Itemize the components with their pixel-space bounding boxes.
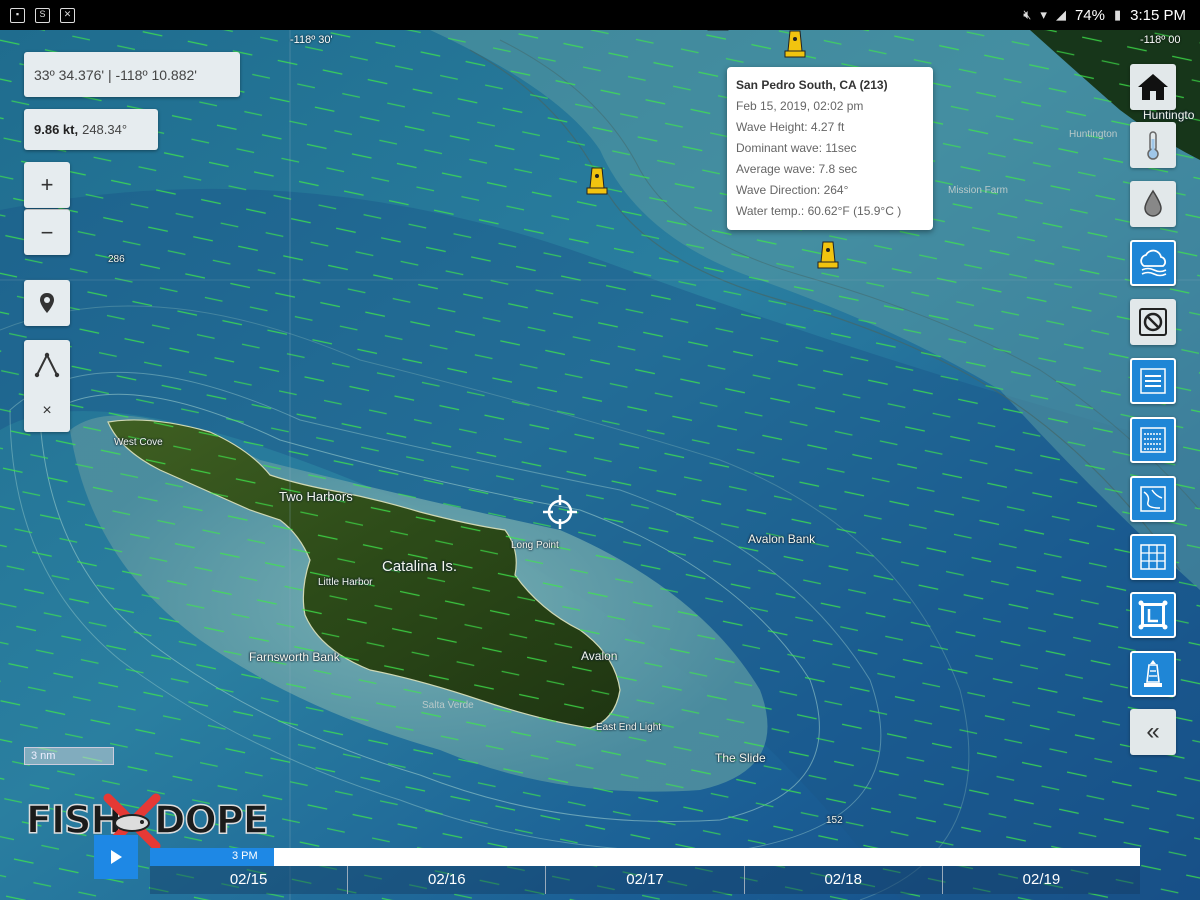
no-entry-icon <box>1139 308 1167 336</box>
place-label: Catalina Is. <box>382 558 458 575</box>
chart-layer-button[interactable] <box>1130 476 1176 522</box>
place-label: Huntingto <box>1143 108 1195 122</box>
heading-value: 248.34° <box>82 122 128 137</box>
temperature-layer-button[interactable] <box>1130 122 1176 168</box>
timeline-current-time: 3 PM <box>232 850 258 862</box>
s-notification-icon: S <box>35 7 50 23</box>
clock: 3:15 PM <box>1130 6 1186 24</box>
dominant-wave: Dominant wave: 11sec <box>736 141 857 155</box>
my-location-button[interactable] <box>24 280 70 326</box>
place-label: Salta Verde <box>422 700 474 711</box>
collapse-icon: « <box>1146 718 1160 745</box>
place-label: Little Harbor <box>318 577 373 588</box>
place-label: West Cove <box>114 437 163 448</box>
lighthouse-icon <box>1144 660 1162 687</box>
place-label: East End Light <box>596 722 662 733</box>
location-pin-icon <box>40 293 54 313</box>
water-layer-button[interactable] <box>1130 181 1176 227</box>
wave-height: Wave Height: 4.27 ft <box>736 120 845 134</box>
longitude-tick: -118º 00 <box>1140 34 1181 46</box>
grid-overlay-button[interactable] <box>1130 534 1176 580</box>
file-notification-icon: ✕ <box>60 7 75 23</box>
battery-icon: ▮ <box>1113 7 1122 22</box>
thermometer-icon <box>1147 131 1159 160</box>
home-button[interactable] <box>1130 64 1176 110</box>
chart-layer-icon <box>1140 486 1166 512</box>
timeline-slider[interactable]: 3 PM <box>150 848 1140 866</box>
collapse-toolbar-button[interactable]: « <box>1130 709 1176 755</box>
layer-grid-button[interactable] <box>1130 417 1176 463</box>
notification-icons: ▪ S ✕ <box>10 7 75 23</box>
minus-icon: − <box>40 219 54 245</box>
zoom-in-button[interactable]: + <box>24 162 70 208</box>
timeline-dates: 02/15 02/16 02/17 02/18 02/19 <box>150 866 1140 894</box>
system-status: 🔇︎ ▾ ◢ 74% ▮ 3:15 PM <box>1023 7 1186 24</box>
place-label: Avalon Bank <box>748 532 816 546</box>
status-bar: ▪ S ✕ 🔇︎ ▾ ◢ 74% ▮ 3:15 PM <box>0 0 1200 30</box>
average-wave: Average wave: 7.8 sec <box>736 162 858 176</box>
timeline-date[interactable]: 02/15 <box>150 866 349 894</box>
cursor-coordinates: 33º 34.376' | -118º 10.882' <box>24 52 240 97</box>
close-measure-icon[interactable]: × <box>42 402 51 420</box>
water-drop-icon <box>1144 189 1162 217</box>
speed-value: 9.86 kt, <box>34 122 79 137</box>
layer-grid-icon <box>1140 427 1166 453</box>
timeline-date[interactable]: 02/16 <box>348 866 547 894</box>
place-label: Long Point <box>511 540 559 551</box>
logo-frame-icon <box>1138 600 1168 630</box>
place-label: Huntington <box>1069 129 1118 140</box>
image-notification-icon: ▪ <box>10 7 25 23</box>
coordinates-text: 33º 34.376' | -118º 10.882' <box>34 66 197 83</box>
depth-label: 152 <box>826 815 843 826</box>
place-label: The Slide <box>715 751 766 765</box>
wifi-icon: ▾ <box>1040 7 1047 22</box>
timeline-date[interactable]: 02/17 <box>546 866 745 894</box>
scale-bar: 3 nm <box>24 747 114 765</box>
water-temp: Water temp.: 60.62°F (15.9°C ) <box>736 204 902 218</box>
weather-cloud-icon <box>1140 249 1167 277</box>
logo-text-right: DOPE <box>153 797 269 843</box>
plus-icon: + <box>40 172 54 197</box>
place-label: Mission Farm <box>948 185 1009 196</box>
place-label: Avalon <box>581 649 618 663</box>
longitude-tick: -118º 30' <box>290 34 333 46</box>
layer-list-button[interactable] <box>1130 358 1176 404</box>
layer-list-icon <box>1140 368 1166 394</box>
place-label: Farnsworth Bank <box>249 650 340 664</box>
measure-icon <box>34 352 60 378</box>
play-button[interactable] <box>94 835 138 879</box>
lighthouse-button[interactable] <box>1130 651 1176 697</box>
weather-layer-button[interactable] <box>1130 240 1176 286</box>
buoy-date: Feb 15, 2019, 02:02 pm <box>736 99 864 113</box>
mute-icon: 🔇︎ <box>1023 7 1032 22</box>
buoy-info-popup: San Pedro South, CA (213) Feb 15, 2019, … <box>727 67 933 230</box>
buoy-station-name: San Pedro South, CA (213) <box>736 78 888 92</box>
speed-heading-box: 9.86 kt, 248.34° <box>24 109 158 150</box>
map-canvas[interactable]: -118º 30' -118º 00 286 152 West Cove Two… <box>0 30 1200 900</box>
play-icon <box>111 850 122 864</box>
measure-tool[interactable]: × <box>24 340 70 432</box>
map-background <box>0 30 1200 900</box>
home-icon <box>1138 74 1168 100</box>
battery-percent: 74% <box>1074 6 1105 24</box>
locations-button[interactable] <box>1130 592 1176 638</box>
zoom-out-button[interactable]: − <box>24 209 70 255</box>
signal-icon: ◢ <box>1055 7 1066 22</box>
wave-direction: Wave Direction: 264° <box>736 183 849 197</box>
timeline-date[interactable]: 02/19 <box>943 866 1140 894</box>
place-label: Two Harbors <box>279 489 353 504</box>
grid-icon <box>1140 544 1166 570</box>
scale-label: 3 nm <box>31 750 56 762</box>
restricted-zones-button[interactable] <box>1130 299 1176 345</box>
timeline-date[interactable]: 02/18 <box>745 866 943 894</box>
depth-label: 286 <box>108 254 125 265</box>
